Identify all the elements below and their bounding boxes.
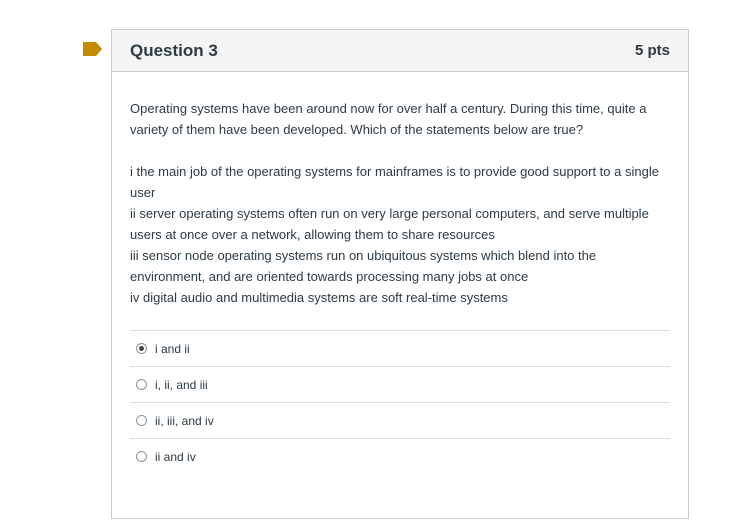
- answer-label[interactable]: i, ii, and iii: [155, 378, 208, 392]
- answer-label[interactable]: ii, iii, and iv: [155, 414, 214, 428]
- statement-list: i the main job of the operating systems …: [130, 161, 670, 308]
- radio-button[interactable]: [136, 451, 147, 462]
- question-header: Question 3 5 pts: [112, 30, 688, 72]
- question-points: 5 pts: [634, 42, 670, 59]
- statement-iii: iii sensor node operating systems run on…: [130, 248, 597, 284]
- answer-option[interactable]: i and ii: [130, 330, 670, 366]
- question-text: Operating systems have been around now f…: [130, 98, 670, 308]
- answer-option[interactable]: i, ii, and iii: [130, 366, 670, 402]
- answer-option[interactable]: ii and iv: [130, 438, 670, 474]
- question-card: Question 3 5 pts Operating systems have …: [111, 29, 689, 519]
- statement-i: i the main job of the operating systems …: [130, 164, 659, 200]
- question-paragraph: Operating systems have been around now f…: [130, 101, 647, 137]
- statement-ii: ii server operating systems often run on…: [130, 206, 649, 242]
- question-body: Operating systems have been around now f…: [112, 72, 688, 474]
- answer-label[interactable]: ii and iv: [155, 450, 196, 464]
- radio-button[interactable]: [136, 379, 147, 390]
- answer-option[interactable]: ii, iii, and iv: [130, 402, 670, 438]
- bookmark-flag-icon[interactable]: [83, 42, 102, 56]
- question-title: Question 3: [130, 40, 218, 60]
- answer-label[interactable]: i and ii: [155, 342, 190, 356]
- statement-iv: iv digital audio and multimedia systems …: [130, 290, 508, 305]
- radio-button-selected[interactable]: [136, 343, 147, 354]
- radio-button[interactable]: [136, 415, 147, 426]
- answer-list: i and ii i, ii, and iii ii, iii, and iv …: [130, 330, 670, 474]
